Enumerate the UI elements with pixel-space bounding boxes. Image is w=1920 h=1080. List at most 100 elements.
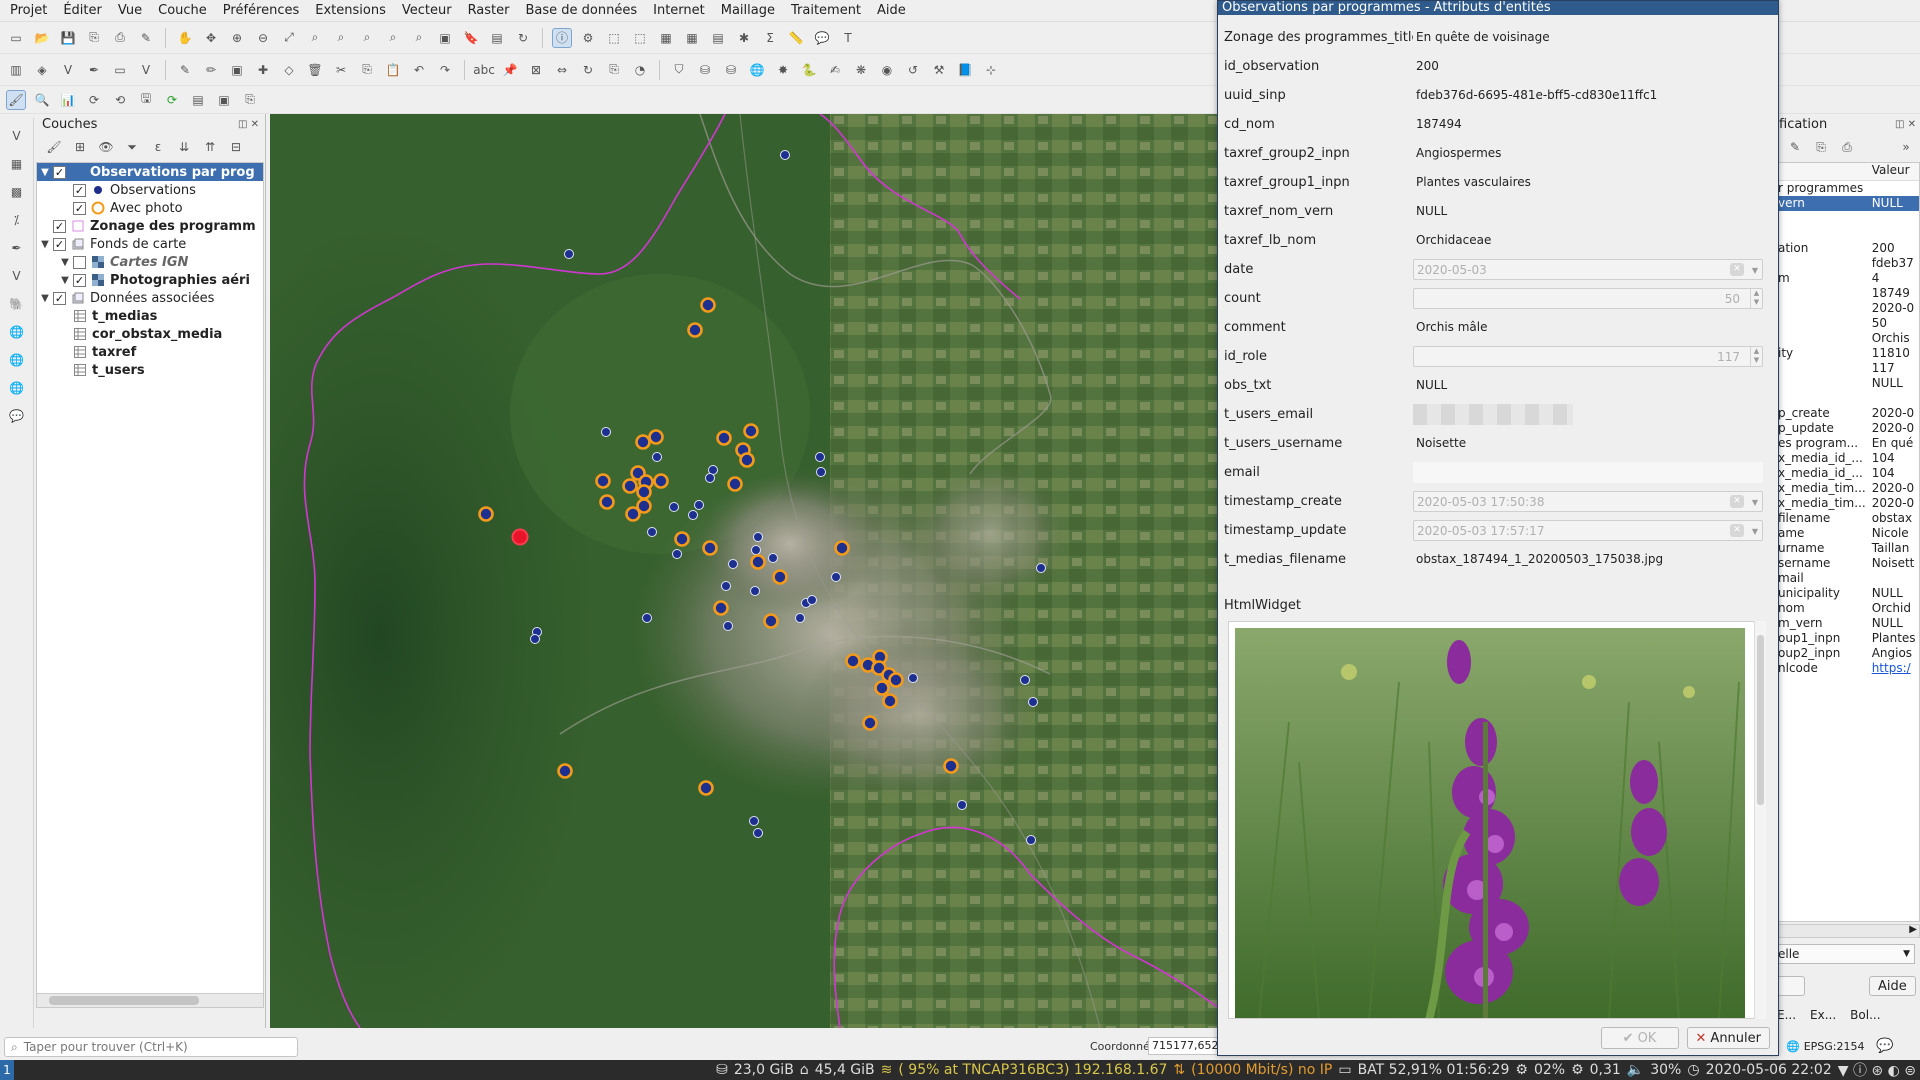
text-field[interactable]: NULL xyxy=(1413,201,1763,222)
identify-row[interactable]: mail xyxy=(1776,571,1919,586)
observation-point[interactable] xyxy=(688,510,698,520)
zoom-selection-icon[interactable]: ⌕ xyxy=(305,28,325,48)
save-project-icon[interactable]: 💾 xyxy=(58,28,78,48)
menu-item-11[interactable]: Traitement xyxy=(783,0,869,22)
attribute-table-icon[interactable]: ▦ xyxy=(682,28,702,48)
text-field[interactable]: Orchidaceae xyxy=(1413,230,1763,251)
menu-item-2[interactable]: Vue xyxy=(110,0,150,22)
layer-item[interactable]: ▼ ✓ Données associées xyxy=(37,289,263,307)
map-tips-icon[interactable]: 💬 xyxy=(812,28,832,48)
clear-icon[interactable]: ✕ xyxy=(1730,495,1744,508)
layer-item[interactable]: ✓ Avec photo xyxy=(37,199,263,217)
photo-observation-point[interactable] xyxy=(882,693,898,709)
identify-field-link[interactable]: https:/ xyxy=(1870,661,1919,676)
processing-toolbox-icon[interactable]: ✱ xyxy=(734,28,754,48)
number-field[interactable]: 50 ▲ ▼ xyxy=(1413,288,1763,309)
photo-observation-point[interactable] xyxy=(862,715,878,731)
selected-feature-point[interactable] xyxy=(511,528,529,546)
photo-observation-point[interactable] xyxy=(599,494,615,510)
copy-feature-icon[interactable]: ⎘ xyxy=(1811,137,1831,157)
change-label-icon[interactable]: ⎘ xyxy=(604,60,624,80)
identify-hscroll[interactable]: ▶ xyxy=(1775,924,1920,938)
date-field[interactable]: 2020-05-03 17:57:17 ✕ ▼ xyxy=(1413,520,1763,541)
observation-point[interactable] xyxy=(831,572,841,582)
observation-point[interactable] xyxy=(669,502,679,512)
add-wms-icon[interactable]: 🌐 xyxy=(7,322,27,342)
layer-item[interactable]: t_medias xyxy=(37,307,263,325)
delete-selected-icon[interactable]: 🗑 xyxy=(305,60,325,80)
text-field[interactable]: fdeb376d-6695-481e-bff5-cd830e11ffc1 xyxy=(1413,85,1763,106)
run-action-icon[interactable]: ⚙ xyxy=(578,28,598,48)
layer-item[interactable]: t_users xyxy=(37,361,263,379)
add-group-icon[interactable]: ⊞ xyxy=(70,137,90,157)
identify-row[interactable]: fdeb37 xyxy=(1776,256,1919,271)
add-wcs-icon[interactable]: 🌐 xyxy=(7,378,27,398)
photo-observation-point[interactable] xyxy=(743,423,759,439)
new-map-view-icon[interactable]: ▣ xyxy=(435,28,455,48)
photo-observation-point[interactable] xyxy=(653,473,669,489)
help-button[interactable]: Aide xyxy=(1869,976,1916,996)
layer-item[interactable]: ▼ ✓ Fonds de carte xyxy=(37,235,263,253)
manage-themes-icon[interactable]: 👁 xyxy=(96,137,116,157)
observation-point[interactable] xyxy=(530,634,540,644)
add-vector-icon[interactable]: V xyxy=(7,126,27,146)
menu-item-12[interactable]: Aide xyxy=(869,0,914,22)
date-field[interactable]: 2020-05-03 ✕ ▼ xyxy=(1413,259,1763,280)
deselect-icon[interactable]: ⬚ xyxy=(630,28,650,48)
layer-item[interactable]: ▼ ✓ Observations par prog xyxy=(37,163,263,181)
script-icon[interactable]: ✍ xyxy=(825,60,845,80)
observation-point[interactable] xyxy=(751,545,761,555)
photo-observation-point[interactable] xyxy=(595,473,611,489)
expand-arrow-icon[interactable]: ▼ xyxy=(57,257,73,268)
identify-row[interactable]: p_update 2020-0 xyxy=(1776,421,1919,436)
identify-row[interactable]: unicipality NULL xyxy=(1776,586,1919,601)
style-manager-icon[interactable]: ✎ xyxy=(136,28,156,48)
layer-visibility-checkbox[interactable]: ✓ xyxy=(53,219,66,233)
expand-arrow-icon[interactable]: ▼ xyxy=(37,293,53,304)
save-edits-icon[interactable]: ▣ xyxy=(227,60,247,80)
observation-point[interactable] xyxy=(816,467,826,477)
observation-point[interactable] xyxy=(721,581,731,591)
menu-item-4[interactable]: Préférences xyxy=(215,0,307,22)
add-spatialite-icon[interactable]: ✒ xyxy=(7,238,27,258)
observation-point[interactable] xyxy=(1028,697,1038,707)
layer-item[interactable]: ✓ Zonage des programm xyxy=(37,217,263,235)
plugin-icon[interactable]: ✸ xyxy=(773,60,793,80)
map-composer-icon[interactable]: ▤ xyxy=(188,90,208,110)
observation-point[interactable] xyxy=(1020,675,1030,685)
layer-visibility-checkbox[interactable] xyxy=(73,255,86,269)
panel-float-close-icons[interactable]: ◫ ✕ xyxy=(238,119,259,130)
observation-point[interactable] xyxy=(642,613,652,623)
observation-point[interactable] xyxy=(768,553,778,563)
photo-observation-point[interactable] xyxy=(763,613,779,629)
zoom-full-icon[interactable]: ⤢ xyxy=(279,28,299,48)
chart-icon[interactable]: 📊 xyxy=(58,90,78,110)
pan-icon[interactable]: ✋ xyxy=(175,28,195,48)
filter-expression-icon[interactable]: ε xyxy=(148,137,168,157)
add-virtual-icon[interactable]: V xyxy=(7,266,27,286)
photo-observation-point[interactable] xyxy=(874,680,890,696)
observation-point[interactable] xyxy=(908,673,918,683)
layer-visibility-checkbox[interactable]: ✓ xyxy=(73,201,86,215)
number-field[interactable]: 117 ▲ ▼ xyxy=(1413,346,1763,367)
identify-row[interactable]: x_media_id_... 104 xyxy=(1776,466,1919,481)
pin-label-icon[interactable]: 📌 xyxy=(500,60,520,80)
network-icon[interactable]: ⊹ xyxy=(981,60,1001,80)
reverse-reload-icon[interactable]: ⟲ xyxy=(110,90,130,110)
identify-row[interactable]: Orchis xyxy=(1776,331,1919,346)
observation-point[interactable] xyxy=(601,427,611,437)
identify-row[interactable]: r programmes xyxy=(1776,181,1919,196)
identify-row[interactable]: ity 11810 xyxy=(1776,346,1919,361)
add-annotation-icon[interactable]: 💬 xyxy=(7,406,27,426)
observation-point[interactable] xyxy=(728,559,738,569)
layer-item[interactable]: ✓ Observations xyxy=(37,181,263,199)
identify-icon[interactable]: ⓘ xyxy=(552,27,572,48)
layer-item[interactable]: taxref xyxy=(37,343,263,361)
expand-arrow-icon[interactable]: ▼ xyxy=(37,167,53,178)
observation-point[interactable] xyxy=(795,613,805,623)
show-labels-icon[interactable]: ⊠ xyxy=(526,60,546,80)
html-widget-scrollbar[interactable] xyxy=(1754,621,1766,1019)
layer-item[interactable]: ▼ Cartes IGN xyxy=(37,253,263,271)
photo-observation-point[interactable] xyxy=(713,600,729,616)
data-source-manager-icon[interactable]: ▥ xyxy=(6,60,26,80)
